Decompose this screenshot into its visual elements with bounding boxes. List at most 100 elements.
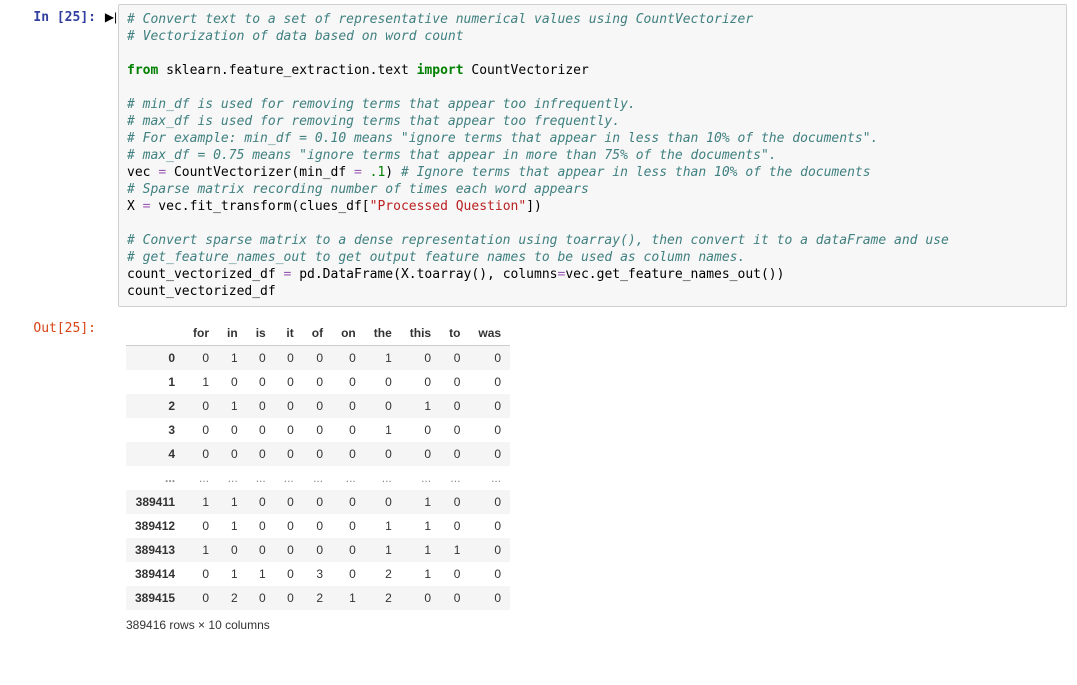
table-cell: 1 xyxy=(401,490,440,514)
table-cell: 0 xyxy=(247,442,275,466)
table-cell: 1 xyxy=(401,562,440,586)
table-cell: 0 xyxy=(332,346,365,371)
column-header: to xyxy=(440,321,469,346)
table-cell: 3 xyxy=(303,562,332,586)
table-cell: 1 xyxy=(218,514,247,538)
table-cell: 2 xyxy=(365,562,401,586)
column-header: the xyxy=(365,321,401,346)
table-cell: 0 xyxy=(184,514,218,538)
table-row: 3894131000001110 xyxy=(126,538,510,562)
table-cell: 1 xyxy=(365,538,401,562)
row-index: 2 xyxy=(126,394,184,418)
table-cell: 1 xyxy=(365,514,401,538)
table-cell: 0 xyxy=(365,370,401,394)
table-cell: 0 xyxy=(469,514,510,538)
code-input-area[interactable]: # Convert text to a set of representativ… xyxy=(118,4,1067,307)
table-cell: 0 xyxy=(275,442,303,466)
table-body: 0010000100011000000000201000001003000000… xyxy=(126,346,510,611)
table-cell: 0 xyxy=(469,538,510,562)
table-cell: 0 xyxy=(332,442,365,466)
table-row: ................................. xyxy=(126,466,510,490)
index-header xyxy=(126,321,184,346)
table-cell: 0 xyxy=(247,346,275,371)
column-header: it xyxy=(275,321,303,346)
table-row: 3894111100000100 xyxy=(126,490,510,514)
table-cell: ... xyxy=(332,466,365,490)
table-cell: 0 xyxy=(332,370,365,394)
table-cell: 0 xyxy=(184,418,218,442)
table-cell: ... xyxy=(247,466,275,490)
table-header-row: forinisitofonthethistowas xyxy=(126,321,510,346)
row-index: 4 xyxy=(126,442,184,466)
table-cell: 0 xyxy=(275,346,303,371)
column-header: in xyxy=(218,321,247,346)
row-index: 0 xyxy=(126,346,184,371)
table-cell: 0 xyxy=(469,490,510,514)
table-cell: 0 xyxy=(332,562,365,586)
table-cell: 2 xyxy=(303,586,332,610)
column-header: was xyxy=(469,321,510,346)
table-cell: 0 xyxy=(275,562,303,586)
input-prompt: In [25]: xyxy=(10,4,104,25)
table-cell: 0 xyxy=(332,514,365,538)
column-header: for xyxy=(184,321,218,346)
table-cell: 0 xyxy=(275,394,303,418)
table-cell: 2 xyxy=(365,586,401,610)
table-cell: 0 xyxy=(247,418,275,442)
table-cell: 0 xyxy=(184,562,218,586)
table-cell: 0 xyxy=(365,490,401,514)
table-cell: 0 xyxy=(469,346,510,371)
table-cell: 0 xyxy=(303,490,332,514)
table-cell: ... xyxy=(275,466,303,490)
table-row: 3894140110302100 xyxy=(126,562,510,586)
table-cell: ... xyxy=(401,466,440,490)
table-cell: 0 xyxy=(218,538,247,562)
table-cell: 1 xyxy=(401,514,440,538)
row-index: ... xyxy=(126,466,184,490)
table-cell: 0 xyxy=(303,442,332,466)
table-cell: ... xyxy=(303,466,332,490)
table-cell: 1 xyxy=(218,394,247,418)
table-cell: 0 xyxy=(440,490,469,514)
code-block[interactable]: # Convert text to a set of representativ… xyxy=(127,11,1058,300)
table-cell: 0 xyxy=(303,394,332,418)
run-cell-icon[interactable]: ▶| xyxy=(104,4,118,24)
table-cell: 0 xyxy=(440,346,469,371)
table-cell: 1 xyxy=(184,370,218,394)
table-row: 11000000000 xyxy=(126,370,510,394)
table-cell: 0 xyxy=(218,370,247,394)
table-cell: 0 xyxy=(247,538,275,562)
column-header: of xyxy=(303,321,332,346)
table-cell: 0 xyxy=(303,418,332,442)
table-cell: 1 xyxy=(218,490,247,514)
table-cell: 0 xyxy=(247,586,275,610)
table-cell: 0 xyxy=(184,346,218,371)
table-cell: 0 xyxy=(440,394,469,418)
table-cell: 2 xyxy=(218,586,247,610)
table-cell: 1 xyxy=(401,538,440,562)
table-cell: 0 xyxy=(184,394,218,418)
table-cell: 1 xyxy=(184,490,218,514)
table-cell: 1 xyxy=(365,418,401,442)
table-cell: 1 xyxy=(247,562,275,586)
row-index: 389411 xyxy=(126,490,184,514)
column-header: on xyxy=(332,321,365,346)
row-index: 389415 xyxy=(126,586,184,610)
table-cell: 0 xyxy=(440,562,469,586)
output-cell: Out[25]: forinisitofonthethistowas 00100… xyxy=(10,315,1067,632)
output-area: forinisitofonthethistowas 00100001000110… xyxy=(118,315,1067,632)
table-cell: 1 xyxy=(440,538,469,562)
table-cell: 0 xyxy=(440,586,469,610)
table-cell: 0 xyxy=(401,370,440,394)
table-cell: ... xyxy=(469,466,510,490)
table-cell: ... xyxy=(184,466,218,490)
dataframe-table: forinisitofonthethistowas 00100001000110… xyxy=(126,321,510,610)
table-cell: 0 xyxy=(247,490,275,514)
table-cell: 0 xyxy=(303,346,332,371)
input-cell: In [25]: ▶| # Convert text to a set of r… xyxy=(10,4,1067,307)
table-cell: 0 xyxy=(401,442,440,466)
table-cell: 0 xyxy=(303,514,332,538)
table-cell: ... xyxy=(440,466,469,490)
table-cell: 0 xyxy=(218,442,247,466)
column-header: is xyxy=(247,321,275,346)
